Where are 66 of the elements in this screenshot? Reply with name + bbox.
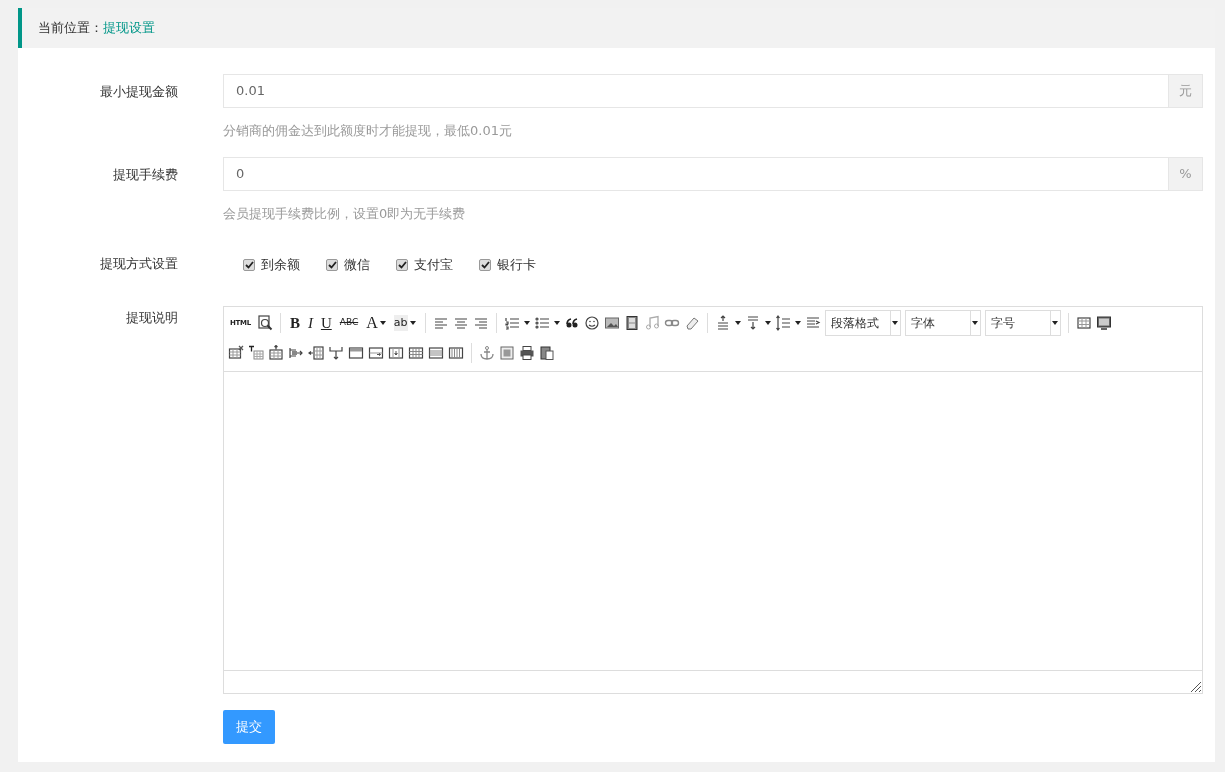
table-title-icon[interactable] [248, 345, 264, 361]
align-center-icon[interactable] [452, 315, 469, 331]
caret-icon[interactable] [553, 321, 560, 325]
checkbox-label[interactable]: 银行卡 [497, 255, 536, 275]
checkbox[interactable] [326, 259, 338, 271]
numbered-list-icon[interactable] [503, 315, 520, 331]
resize-handle-icon[interactable] [1190, 681, 1202, 693]
breadcrumb-label: 当前位置： [38, 19, 103, 38]
format-button[interactable]: A [364, 313, 388, 333]
checkbox-label[interactable]: 支付宝 [414, 255, 453, 275]
checkbox[interactable] [243, 259, 255, 271]
input-field[interactable]: 0.01 [223, 74, 1168, 108]
help-text: 分销商的佣金达到此额度时才能提现，最低0.01元 [223, 122, 513, 140]
field-label: 提现说明 [125, 309, 179, 327]
checkbox-label[interactable]: 到余额 [261, 255, 300, 275]
insert-column-icon[interactable] [308, 345, 324, 361]
eraser-icon[interactable] [683, 315, 700, 331]
unit-addon: % [1168, 157, 1203, 191]
film-icon[interactable] [623, 315, 640, 331]
input-field[interactable]: 0 [223, 157, 1168, 191]
align-right-icon[interactable] [472, 315, 489, 331]
checkbox-label[interactable]: 微信 [344, 255, 370, 275]
bullet-list-icon[interactable] [533, 315, 550, 331]
caret-icon[interactable] [794, 321, 801, 325]
merge-down-icon[interactable] [368, 345, 384, 361]
dropdown-select[interactable]: 段落格式 [824, 310, 901, 336]
format-button[interactable]: ABC [337, 313, 361, 333]
split-columns-icon[interactable] [428, 345, 444, 361]
indent-icon[interactable] [804, 315, 821, 331]
checkbox[interactable] [479, 259, 491, 271]
format-button[interactable]: U [318, 313, 334, 333]
merge-cells-icon[interactable] [328, 345, 344, 361]
format-button[interactable]: I [305, 313, 315, 333]
insert-row-icon[interactable] [268, 345, 284, 361]
line-height-icon[interactable] [774, 315, 791, 331]
caret-icon[interactable] [972, 321, 978, 325]
align-left-icon[interactable] [432, 315, 449, 331]
help-text: 会员提现手续费比例，设置0即为无手续费 [223, 205, 467, 223]
caret-icon[interactable] [409, 321, 416, 325]
caret-icon[interactable] [734, 321, 741, 325]
caret-icon[interactable] [1052, 321, 1058, 325]
field-label: 最小提现金额 [99, 83, 179, 101]
image-icon[interactable] [603, 315, 620, 331]
caret-icon[interactable] [379, 321, 386, 325]
printer-icon[interactable] [519, 345, 535, 361]
format-button[interactable]: B [287, 313, 302, 333]
monitor-icon[interactable] [1095, 315, 1112, 331]
merge-right-icon[interactable] [348, 345, 364, 361]
insert-paragraph-icon[interactable] [288, 345, 304, 361]
checkbox[interactable] [396, 259, 408, 271]
smiley-icon[interactable] [583, 315, 600, 331]
table-delete-icon[interactable] [228, 345, 244, 361]
caret-icon[interactable] [764, 321, 771, 325]
distribute-columns-icon[interactable] [448, 345, 464, 361]
paste-icon[interactable] [539, 345, 555, 361]
caret-icon[interactable] [892, 321, 898, 325]
preview-icon[interactable] [256, 315, 273, 331]
unit-addon: 元 [1168, 74, 1203, 108]
field-label: 提现方式设置 [99, 255, 179, 273]
split-rows-icon[interactable] [408, 345, 424, 361]
caret-icon[interactable] [523, 321, 530, 325]
split-cells-icon[interactable] [388, 345, 404, 361]
dropdown-select[interactable]: 字体 [904, 310, 981, 336]
dropdown-select[interactable]: 字号 [984, 310, 1061, 336]
field-label: 提现手续费 [112, 166, 179, 184]
anchor-icon[interactable] [479, 345, 495, 361]
